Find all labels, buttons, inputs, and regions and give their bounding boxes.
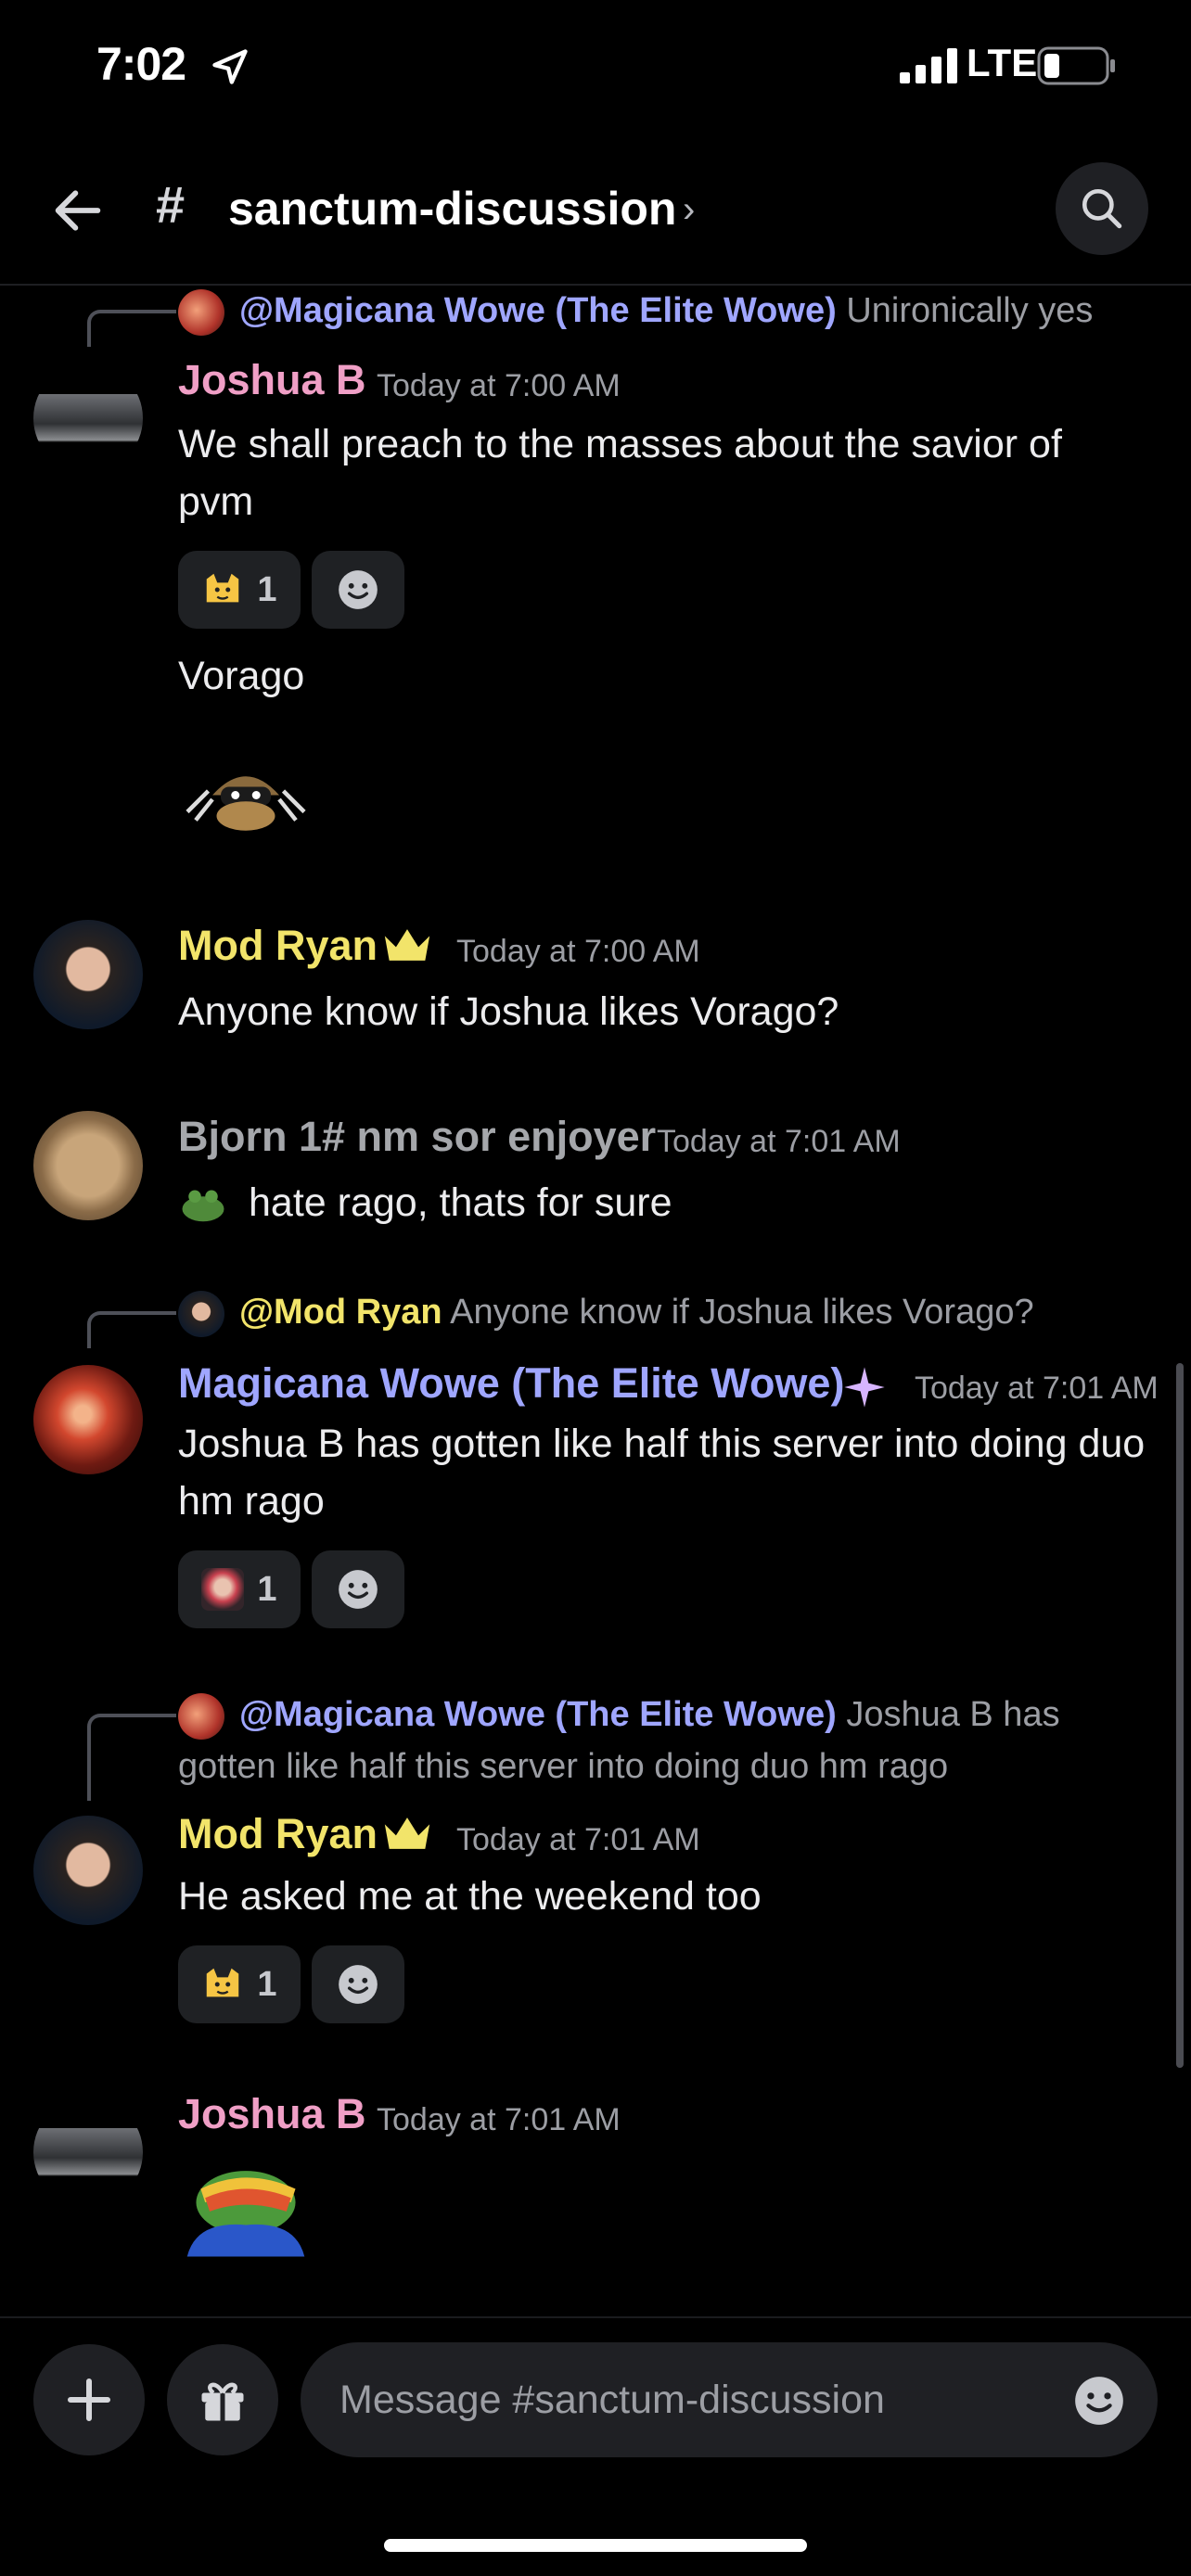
message-time: Today at 7:00 AM <box>377 368 621 403</box>
reaction-button[interactable]: 1 <box>178 551 301 629</box>
avatar[interactable] <box>33 920 143 1029</box>
add-reaction-icon <box>339 570 378 609</box>
reply-avatar <box>178 1291 224 1337</box>
message-text: Joshua B has gotten like half this serve… <box>178 1422 1146 1524</box>
add-reaction-icon <box>339 1570 378 1609</box>
vorago-emoji-icon <box>186 776 306 831</box>
reply-avatar <box>178 1693 224 1740</box>
avatar[interactable] <box>33 1365 143 1474</box>
gift-icon <box>201 2382 244 2421</box>
message-time: Today at 7:01 AM <box>456 1822 700 1857</box>
crown-icon <box>384 1817 430 1849</box>
add-reaction-icon <box>339 1965 378 2004</box>
signal-icon <box>900 48 957 83</box>
reply-preview[interactable]: @Magicana Wowe (The Elite Wowe) Joshua B… <box>239 1695 1060 1735</box>
reply-mention[interactable]: @Magicana Wowe (The Elite Wowe) <box>239 1695 837 1734</box>
message-text: Anyone know if Joshua likes Vorago? <box>178 989 839 1034</box>
reply-connector <box>87 310 176 347</box>
avatar[interactable] <box>33 363 143 473</box>
avatar[interactable] <box>33 1111 143 1220</box>
author-name[interactable]: Mod Ryan <box>178 1810 378 1858</box>
reply-connector <box>87 1714 176 1801</box>
message-text: He asked me at the weekend too <box>178 1874 762 1919</box>
reaction-button[interactable]: 1 <box>178 1550 301 1628</box>
avatar[interactable] <box>33 1816 143 1925</box>
plus-icon <box>68 2378 110 2421</box>
chevron-right-icon[interactable]: › <box>683 189 695 231</box>
reaction-count: 1 <box>257 1964 277 2004</box>
search-icon <box>1082 188 1122 229</box>
reply-connector <box>87 1311 176 1348</box>
sparkle-badge-icon <box>844 1367 885 1408</box>
reaction-count: 1 <box>257 1569 277 1609</box>
author-name[interactable]: Joshua B <box>178 356 366 404</box>
add-reaction-button[interactable] <box>312 551 404 629</box>
add-reaction-button[interactable] <box>312 1550 404 1628</box>
reply-mention[interactable]: @Magicana Wowe (The Elite Wowe) <box>239 291 837 330</box>
message-composer[interactable] <box>301 2342 1158 2457</box>
cat-emoji-icon <box>207 573 239 603</box>
emoji-icon[interactable] <box>1070 2372 1128 2429</box>
reply-snippet: Anyone know if Joshua likes Vorago? <box>450 1293 1034 1332</box>
reply-snippet-continued: gotten like half this server into doing … <box>178 1747 949 1786</box>
battery-icon <box>1037 46 1115 85</box>
home-indicator[interactable] <box>384 2539 807 2552</box>
channel-title[interactable]: sanctum-discussion <box>228 182 676 236</box>
crown-icon <box>384 929 430 961</box>
scrollbar[interactable] <box>1176 1363 1184 2068</box>
message-time: Today at 7:01 AM <box>657 1124 901 1159</box>
search-button[interactable] <box>1056 162 1148 255</box>
message-text: hate rago, thats for sure <box>249 1180 672 1225</box>
author-name[interactable]: Magicana Wowe (The Elite Wowe) <box>178 1359 844 1408</box>
message-time: Today at 7:01 AM <box>377 2102 621 2137</box>
message-time: Today at 7:00 AM <box>456 934 700 969</box>
reply-mention[interactable]: @Mod Ryan <box>239 1293 442 1332</box>
composer-divider <box>0 2316 1191 2318</box>
author-name[interactable]: Bjorn 1# nm sor enjoyer <box>178 1113 656 1161</box>
avatar[interactable] <box>33 2098 143 2207</box>
reply-snippet: Joshua B has <box>846 1695 1060 1734</box>
frog-emoji-icon <box>182 1190 224 1222</box>
header-divider <box>0 284 1191 286</box>
author-name[interactable]: Joshua B <box>178 2090 366 2138</box>
reply-preview[interactable]: @Mod Ryan Anyone know if Joshua likes Vo… <box>239 1293 1034 1333</box>
add-reaction-button[interactable] <box>312 1945 404 2023</box>
reply-preview[interactable]: @Magicana Wowe (The Elite Wowe) Unironic… <box>239 291 1093 331</box>
gift-button[interactable] <box>167 2344 278 2455</box>
cat-emoji-icon <box>207 1968 239 1997</box>
location-arrow-icon <box>212 49 248 84</box>
message-text-2: Vorago <box>178 654 305 698</box>
plus-button[interactable] <box>33 2344 145 2455</box>
pepe-sunglasses-emoji-icon <box>186 2171 305 2257</box>
message-input[interactable] <box>339 2342 1044 2457</box>
status-time: 7:02 <box>96 38 186 90</box>
author-name[interactable]: Mod Ryan <box>178 922 378 970</box>
network-label: LTE <box>967 41 1038 84</box>
channel-hash-icon: # <box>156 175 186 234</box>
message-text: We shall preach to the masses about the … <box>178 422 1062 524</box>
reply-avatar <box>178 289 224 336</box>
reaction-button[interactable]: 1 <box>178 1945 301 2023</box>
reply-snippet: Unironically yes <box>846 291 1094 330</box>
back-arrow-icon[interactable] <box>48 181 108 240</box>
message-time: Today at 7:01 AM <box>915 1371 1159 1406</box>
avatar-emoji-icon <box>201 1568 245 1611</box>
reaction-count: 1 <box>257 569 277 609</box>
